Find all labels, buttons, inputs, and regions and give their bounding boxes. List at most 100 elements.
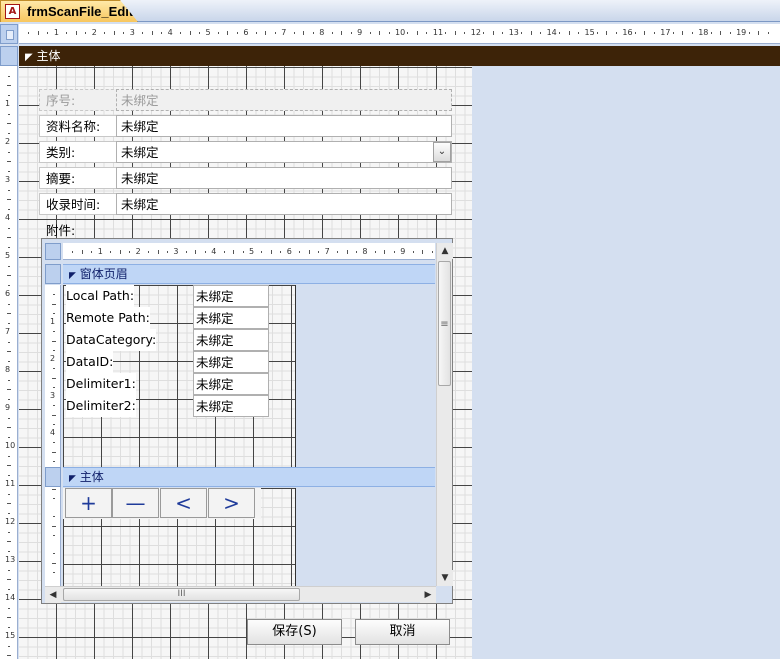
vertical-scroll-thumb[interactable]: ≡ — [438, 261, 451, 386]
subform-body-section-bar[interactable]: ◤ 主体 — [63, 467, 435, 487]
vruler-tick — [8, 531, 10, 533]
section-selector[interactable] — [0, 46, 18, 66]
ruler-number: 3 — [129, 28, 135, 37]
chevron-down-icon[interactable]: ⌄ — [433, 142, 451, 162]
add-record-button[interactable]: + — [65, 488, 112, 518]
cancel-button[interactable]: 取消 — [355, 619, 450, 645]
section-bar-detail[interactable]: ◤ 主体 — [19, 46, 780, 66]
ruler-tick — [720, 31, 722, 35]
horizontal-ruler[interactable]: 1 2 3 4 5 6 7 8 9 10 11 12 13 14 15 16 17 18 19 — [19, 24, 780, 44]
local-path-label[interactable]: Local Path: — [66, 285, 135, 307]
data-name-label[interactable]: 资料名称: — [39, 115, 119, 137]
vruler-number: 11 — [5, 479, 16, 488]
scroll-left-icon[interactable]: ◀ — [45, 587, 61, 603]
data-name-field[interactable]: 未绑定 — [116, 115, 452, 137]
summary-field[interactable]: 未绑定 — [116, 167, 452, 189]
delimiter1-label[interactable]: Delimiter1: — [66, 373, 136, 395]
delimiter2-field[interactable]: 未绑定 — [193, 395, 269, 417]
ruler-tick — [644, 31, 646, 35]
subform-horizontal-ruler[interactable]: 1 2 3 4 5 6 7 8 9 — [63, 243, 435, 260]
subvruler-number: 1 — [50, 317, 56, 326]
next-record-button[interactable]: > — [208, 488, 255, 518]
subform-horizontal-scrollbar[interactable]: ◀ III ▶ — [45, 586, 436, 603]
delete-record-button[interactable]: — — [112, 488, 159, 518]
ruler-tick — [303, 31, 305, 35]
delimiter1-field[interactable]: 未绑定 — [193, 373, 269, 395]
vruler-tick — [8, 417, 10, 419]
ruler-number: 19 — [736, 28, 747, 37]
attachment-subform[interactable]: 1 2 3 4 5 6 7 8 9 ◤ 窗体页眉 1 2 3 4 Local Path: 未绑定 Re… — [41, 238, 453, 604]
vruler-tick — [8, 189, 10, 191]
scroll-down-icon[interactable]: ▼ — [437, 570, 453, 586]
form-selector[interactable] — [0, 24, 18, 44]
subvruler-tick — [53, 386, 55, 388]
category-combobox[interactable]: 未绑定 ⌄ — [116, 141, 452, 163]
ruler-tick — [492, 31, 494, 35]
vruler-tick — [7, 503, 11, 504]
vruler-tick — [7, 85, 11, 86]
ruler-number: 7 — [281, 28, 287, 37]
scroll-up-icon[interactable]: ▲ — [437, 243, 453, 259]
ruler-tick — [578, 32, 580, 34]
vruler-tick — [8, 474, 10, 476]
vruler-tick — [8, 436, 10, 438]
vruler-number: 6 — [5, 289, 11, 298]
subform-header-selector[interactable] — [45, 264, 61, 284]
subvruler-tick — [53, 423, 55, 425]
subvruler-tick — [53, 571, 55, 573]
serial-field[interactable]: 未绑定 — [116, 89, 452, 111]
subvruler-tick — [53, 534, 55, 536]
serial-label[interactable]: 序号: — [39, 89, 119, 111]
subform-selector[interactable] — [45, 243, 61, 260]
vruler-tick — [8, 341, 10, 343]
subvruler-tick — [53, 442, 55, 444]
document-tab[interactable]: A frmScanFile_Edit — [0, 0, 138, 22]
summary-label[interactable]: 摘要: — [39, 167, 119, 189]
subruler-tick — [346, 250, 348, 254]
vruler-tick — [8, 132, 10, 134]
subform-vertical-scrollbar[interactable]: ▲ ≡ ▼ — [436, 243, 453, 586]
subform-body-width-edge — [295, 488, 296, 586]
vruler-number: 7 — [5, 327, 11, 336]
local-path-field[interactable]: 未绑定 — [193, 285, 269, 307]
vruler-tick — [8, 227, 10, 229]
data-category-field[interactable]: 未绑定 — [193, 329, 269, 351]
data-id-label[interactable]: DataID: — [66, 351, 114, 373]
ruler-tick — [388, 32, 390, 34]
ruler-number: 13 — [508, 28, 519, 37]
record-time-field[interactable]: 未绑定 — [116, 193, 452, 215]
vertical-ruler[interactable]: 1 2 3 4 5 6 7 8 9 10 11 12 13 14 15 — [0, 66, 18, 659]
vruler-number: 3 — [5, 175, 11, 184]
ruler-tick — [85, 32, 87, 34]
subform-vertical-ruler[interactable]: 1 2 3 4 — [45, 285, 61, 590]
ruler-tick — [255, 32, 257, 34]
subform-header-section-bar[interactable]: ◤ 窗体页眉 — [63, 264, 435, 284]
ruler-tick — [748, 32, 750, 34]
data-category-label[interactable]: DataCategory: — [66, 329, 157, 351]
previous-record-button[interactable]: < — [160, 488, 207, 518]
save-button[interactable]: 保存(S) — [247, 619, 342, 645]
remote-path-field[interactable]: 未绑定 — [193, 307, 269, 329]
vruler-number: 2 — [5, 137, 11, 146]
subvruler-tick — [52, 340, 56, 342]
grip-icon: ≡ — [440, 319, 449, 330]
horizontal-scroll-thumb[interactable]: III — [63, 588, 300, 601]
subform-body-selector[interactable] — [45, 467, 61, 487]
subruler-tick — [72, 251, 74, 253]
ruler-tick — [710, 32, 712, 34]
subvruler-number: 2 — [50, 354, 56, 363]
subvruler-tick — [53, 368, 55, 370]
subruler-tick — [233, 250, 235, 254]
save-button-label: 保存(S) — [272, 624, 317, 639]
data-id-field[interactable]: 未绑定 — [193, 351, 269, 373]
ruler-tick — [104, 32, 106, 34]
delimiter2-label[interactable]: Delimiter2: — [66, 395, 136, 417]
category-label[interactable]: 类别: — [39, 141, 119, 163]
record-time-label[interactable]: 收录时间: — [39, 193, 119, 215]
scroll-right-icon[interactable]: ▶ — [420, 587, 436, 603]
ruler-tick — [274, 32, 276, 34]
ruler-tick — [530, 31, 532, 35]
remote-path-label[interactable]: Remote Path: — [66, 307, 150, 329]
ruler-tick — [502, 32, 504, 34]
ruler-tick — [615, 32, 617, 34]
